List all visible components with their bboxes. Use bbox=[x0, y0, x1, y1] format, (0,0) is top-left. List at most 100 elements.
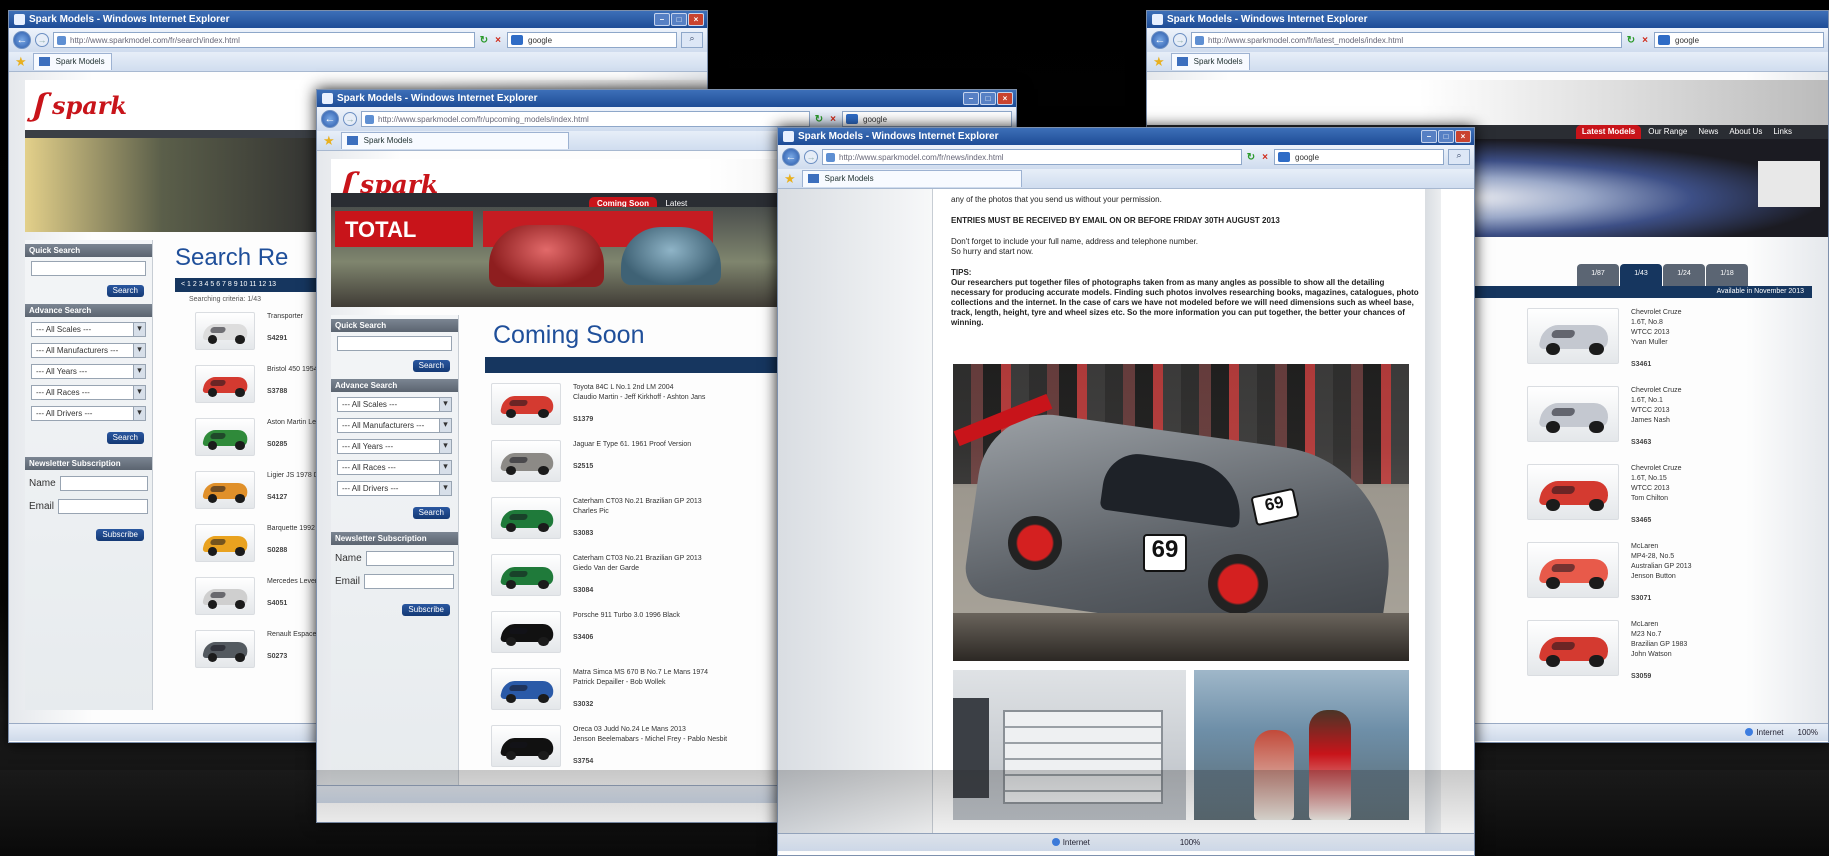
latest-model-row[interactable]: Chevrolet Cruze 1.6T, No.15 WTCC 2013 Tom C… bbox=[1527, 464, 1721, 526]
search-box[interactable]: google bbox=[1274, 149, 1444, 165]
maximize-button[interactable]: □ bbox=[980, 92, 996, 105]
latest-model-row[interactable]: Chevrolet Cruze 1.6T, No.1 WTCC 2013 James … bbox=[1527, 386, 1721, 448]
model-thumbnail[interactable] bbox=[1527, 464, 1619, 520]
back-button[interactable]: ← bbox=[321, 110, 339, 128]
model-thumbnail[interactable] bbox=[491, 611, 561, 653]
model-thumbnail[interactable] bbox=[491, 668, 561, 710]
quick-search-input[interactable] bbox=[31, 261, 146, 276]
stop-icon[interactable]: × bbox=[1260, 152, 1270, 163]
back-button[interactable]: ← bbox=[1151, 31, 1169, 49]
search-icon[interactable]: ⌕ bbox=[1448, 149, 1470, 165]
zoom-level[interactable]: 100% bbox=[1798, 728, 1818, 737]
year-select[interactable]: --- All Years --- bbox=[31, 364, 146, 379]
search-button[interactable]: Search bbox=[412, 360, 450, 372]
latest-model-row[interactable]: McLaren M23 No.7 Brazilian GP 1983 John Wat… bbox=[1527, 620, 1721, 682]
model-thumbnail[interactable] bbox=[1527, 386, 1619, 442]
maximize-button[interactable]: □ bbox=[1438, 130, 1454, 143]
scale-tab[interactable]: 1/18 bbox=[1706, 264, 1748, 286]
model-thumbnail[interactable] bbox=[195, 577, 255, 615]
model-thumbnail[interactable] bbox=[491, 497, 561, 539]
back-button[interactable]: ← bbox=[13, 31, 31, 49]
stop-icon[interactable]: × bbox=[493, 35, 503, 46]
search-button[interactable]: Search bbox=[106, 285, 144, 297]
model-thumbnail[interactable] bbox=[195, 365, 255, 403]
email-input[interactable] bbox=[364, 574, 454, 589]
url-field[interactable]: http://www.sparkmodel.com/fr/news/index.… bbox=[822, 149, 1242, 165]
search-icon[interactable]: ⌕ bbox=[681, 32, 703, 48]
scale-select[interactable]: --- All Scales --- bbox=[337, 397, 452, 412]
model-thumbnail[interactable] bbox=[195, 418, 255, 456]
scale-tab[interactable]: 1/43 bbox=[1620, 264, 1662, 286]
nav-news[interactable]: News bbox=[1694, 125, 1722, 139]
model-thumbnail[interactable] bbox=[195, 471, 255, 509]
coming-soon-row[interactable]: Matra Simca MS 670 B No.7 Le Mans 1974 Pa… bbox=[491, 668, 749, 710]
result-row[interactable]: Bristol 450 1954 - Bo S3788 bbox=[195, 365, 332, 403]
race-select[interactable]: --- All Races --- bbox=[337, 460, 452, 475]
browser-tab[interactable]: Spark Models bbox=[32, 53, 112, 70]
model-thumbnail[interactable] bbox=[491, 725, 561, 767]
latest-model-row[interactable]: McLaren MP4-28, No.5 Australian GP 2013 Jen… bbox=[1527, 542, 1721, 604]
latest-model-row[interactable]: Chevrolet Cruze 1.6T, No.8 WTCC 2013 Yvan M… bbox=[1527, 308, 1721, 370]
zoom-level[interactable]: 100% bbox=[1180, 838, 1200, 847]
refresh-icon[interactable]: ↻ bbox=[479, 35, 489, 46]
back-button[interactable]: ← bbox=[782, 148, 800, 166]
forward-button[interactable]: → bbox=[343, 112, 357, 126]
refresh-icon[interactable]: ↻ bbox=[1246, 152, 1256, 163]
scale-tab[interactable]: 1/87 bbox=[1577, 264, 1619, 286]
browser-tab[interactable]: Spark Models bbox=[801, 170, 1022, 187]
nav-our-range[interactable]: Our Range bbox=[1644, 125, 1691, 139]
name-input[interactable] bbox=[365, 551, 454, 566]
favorites-star-icon[interactable]: ★ bbox=[784, 171, 796, 187]
refresh-icon[interactable]: ↻ bbox=[1626, 35, 1636, 46]
result-row[interactable]: Renault Espace S0273 bbox=[195, 630, 316, 668]
advance-search-button[interactable]: Search bbox=[106, 432, 144, 444]
driver-select[interactable]: --- All Drivers --- bbox=[337, 481, 452, 496]
nav-latest-models[interactable]: Latest Models bbox=[1575, 125, 1642, 139]
url-field[interactable]: http://www.sparkmodel.com/fr/search/inde… bbox=[53, 32, 475, 48]
result-row[interactable]: Ligier JS 1978 Dayton S4127 bbox=[195, 471, 336, 509]
minimize-button[interactable]: – bbox=[1421, 130, 1437, 143]
model-thumbnail[interactable] bbox=[491, 554, 561, 596]
name-input[interactable] bbox=[59, 476, 148, 491]
subscribe-button[interactable]: Subscribe bbox=[96, 529, 144, 541]
result-row[interactable]: Barquette 1992 S0288 bbox=[195, 524, 315, 562]
manufacturer-select[interactable]: --- All Manufacturers --- bbox=[31, 343, 146, 358]
search-box[interactable]: google bbox=[507, 32, 677, 48]
coming-soon-row[interactable]: Toyota 84C L No.1 2nd LM 2004 Claudio Mar… bbox=[491, 383, 749, 425]
stop-icon[interactable]: × bbox=[1640, 35, 1650, 46]
browser-tab[interactable]: Spark Models bbox=[340, 132, 569, 149]
favorites-star-icon[interactable]: ★ bbox=[323, 133, 335, 149]
forward-button[interactable]: → bbox=[1173, 33, 1187, 47]
result-row[interactable]: Mercedes Levendis S4051 bbox=[195, 577, 328, 615]
stop-icon[interactable]: × bbox=[828, 114, 838, 125]
url-field[interactable]: http://www.sparkmodel.com/fr/latest_mode… bbox=[1191, 32, 1622, 48]
refresh-icon[interactable]: ↻ bbox=[814, 114, 824, 125]
minimize-button[interactable]: – bbox=[963, 92, 979, 105]
coming-soon-row[interactable]: Jaguar E Type 61. 1961 Proof Version S251… bbox=[491, 440, 749, 482]
scale-select[interactable]: --- All Scales --- bbox=[31, 322, 146, 337]
driver-select[interactable]: --- All Drivers --- bbox=[31, 406, 146, 421]
model-thumbnail[interactable] bbox=[195, 312, 255, 350]
quick-search-input[interactable] bbox=[337, 336, 452, 351]
browser-tab[interactable]: Spark Models bbox=[1170, 53, 1250, 70]
model-thumbnail[interactable] bbox=[1527, 308, 1619, 364]
coming-soon-row[interactable]: Oreca 03 Judd No.24 Le Mans 2013 Jenson B… bbox=[491, 725, 749, 767]
subscribe-button[interactable]: Subscribe bbox=[402, 604, 450, 616]
forward-button[interactable]: → bbox=[35, 33, 49, 47]
email-input[interactable] bbox=[58, 499, 148, 514]
manufacturer-select[interactable]: --- All Manufacturers --- bbox=[337, 418, 452, 433]
close-button[interactable]: × bbox=[997, 92, 1013, 105]
race-select[interactable]: --- All Races --- bbox=[31, 385, 146, 400]
forward-button[interactable]: → bbox=[804, 150, 818, 164]
coming-soon-row[interactable]: Porsche 911 Turbo 3.0 1996 Black S3406 bbox=[491, 611, 749, 653]
model-thumbnail[interactable] bbox=[1527, 620, 1619, 676]
close-button[interactable]: × bbox=[1455, 130, 1471, 143]
model-thumbnail[interactable] bbox=[491, 383, 561, 425]
coming-soon-row[interactable]: Caterham CT03 No.21 Brazilian GP 2013 Cha… bbox=[491, 497, 749, 539]
advance-search-button[interactable]: Search bbox=[412, 507, 450, 519]
favorites-star-icon[interactable]: ★ bbox=[1153, 54, 1165, 70]
search-box[interactable]: google bbox=[842, 111, 1012, 127]
favorites-star-icon[interactable]: ★ bbox=[15, 54, 27, 70]
coming-soon-row[interactable]: Caterham CT03 No.21 Brazilian GP 2013 Gie… bbox=[491, 554, 749, 596]
close-button[interactable]: × bbox=[688, 13, 704, 26]
